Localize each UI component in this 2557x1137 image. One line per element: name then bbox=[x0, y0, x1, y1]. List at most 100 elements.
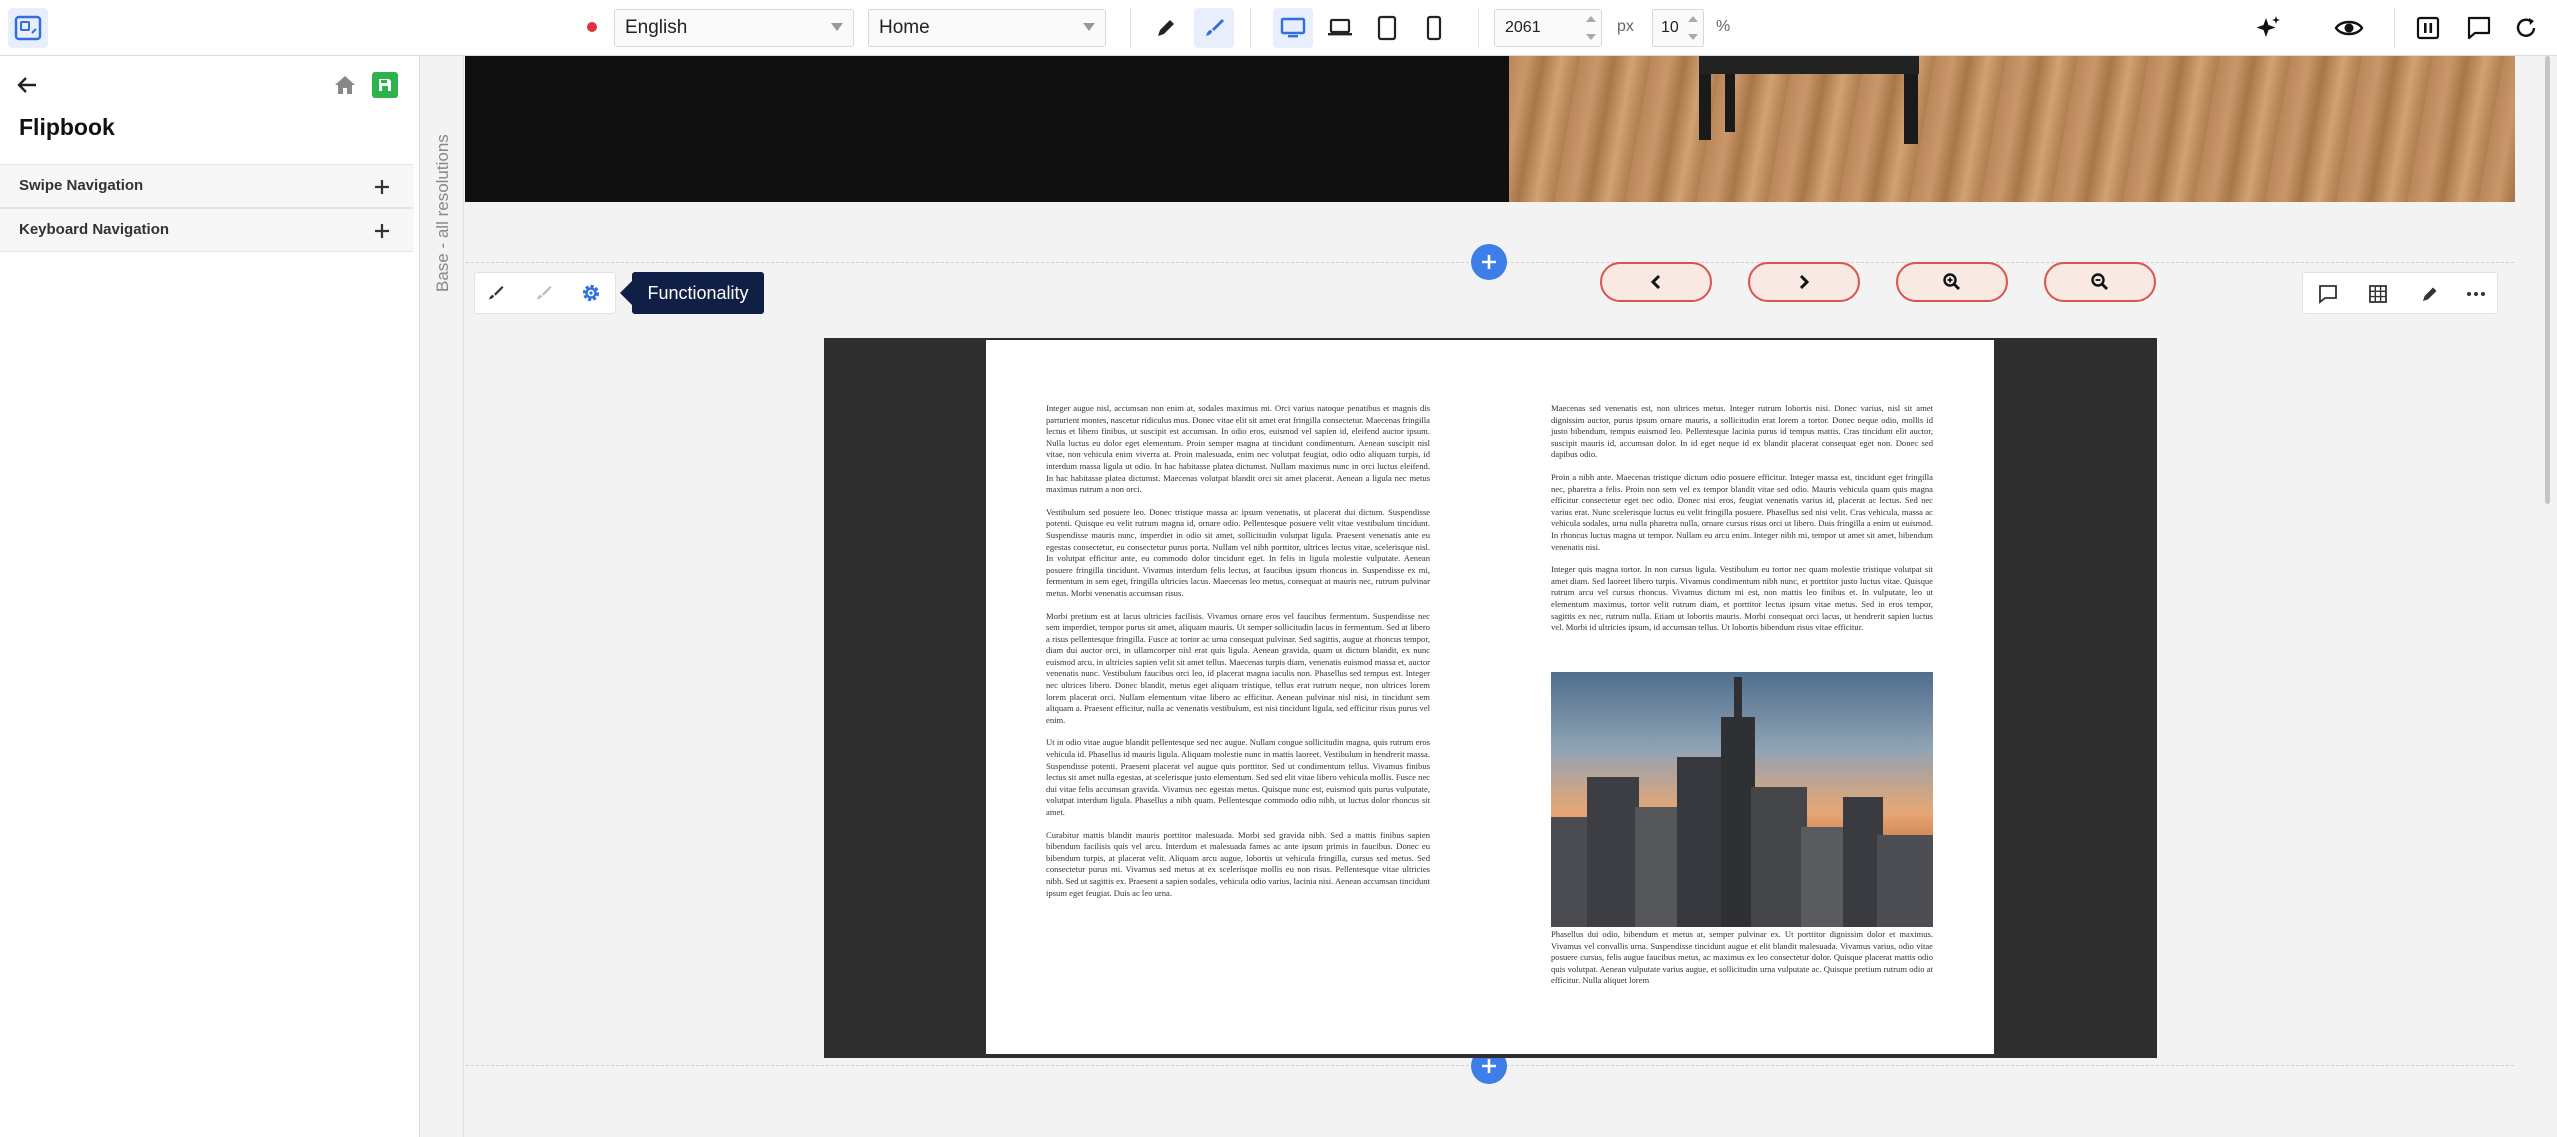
arrow-left-icon bbox=[16, 75, 38, 95]
zoom-out-icon bbox=[2090, 272, 2110, 292]
panel-title: Flipbook bbox=[19, 114, 115, 140]
brush-icon bbox=[534, 284, 552, 302]
plus-icon bbox=[1480, 253, 1498, 271]
top-toolbar: English Home 2061 px 10 % bbox=[0, 0, 2557, 56]
section-grid-button[interactable] bbox=[2363, 279, 2393, 309]
refresh-icon bbox=[2513, 15, 2539, 41]
layout-frame-icon bbox=[13, 13, 43, 43]
preview-button[interactable] bbox=[2329, 8, 2369, 48]
resolution-tab[interactable]: Base - all resolutions bbox=[420, 56, 464, 1137]
save-icon bbox=[377, 77, 393, 93]
resolution-label: Base - all resolutions bbox=[433, 134, 452, 292]
zoom-stepper[interactable] bbox=[1687, 16, 1699, 40]
accordion-label: Keyboard Navigation bbox=[19, 221, 170, 238]
ai-assistant-button[interactable] bbox=[2248, 8, 2288, 48]
mobile-icon bbox=[1425, 15, 1443, 41]
divider bbox=[1130, 8, 1131, 48]
app-logo-button[interactable] bbox=[8, 8, 48, 48]
paragraph: Ut in odio vitae augue blandit pellentes… bbox=[1046, 737, 1430, 817]
layout-toggle-button[interactable] bbox=[2408, 8, 2448, 48]
back-button[interactable] bbox=[12, 70, 42, 100]
pencil-icon bbox=[1154, 16, 1178, 40]
mobile-view-button[interactable] bbox=[1414, 8, 1454, 48]
zoom-unit: % bbox=[1716, 18, 1731, 35]
properties-panel: Flipbook Swipe Navigation Keyboard Navig… bbox=[0, 56, 420, 1137]
paragraph: Maecenas sed venenatis est, non ultrices… bbox=[1551, 403, 1933, 460]
plus-icon bbox=[372, 177, 392, 197]
tablet-view-button[interactable] bbox=[1367, 8, 1407, 48]
image-caption: Phasellus dui odio, bibendum et metus at… bbox=[1551, 929, 1933, 986]
page-select-value: Home bbox=[879, 17, 930, 38]
pause-frame-icon bbox=[2415, 15, 2441, 41]
chevron-left-icon bbox=[1649, 273, 1663, 291]
accordion-keyboard-navigation[interactable]: Keyboard Navigation bbox=[0, 208, 414, 252]
laptop-view-button[interactable] bbox=[1320, 8, 1360, 48]
style-brush-disabled-button[interactable] bbox=[529, 279, 557, 307]
right-page-text: Maecenas sed venenatis est, non ultrices… bbox=[1551, 403, 1933, 645]
add-section-top-button[interactable] bbox=[1471, 244, 1507, 280]
flipbook-zoom-in-button[interactable] bbox=[1896, 262, 2008, 302]
paragraph: Curabitur mattis blandit mauris porttito… bbox=[1046, 829, 1430, 898]
paragraph: Morbi pretium est at lacus ultricies fac… bbox=[1046, 610, 1430, 725]
zoom-input[interactable]: 10 bbox=[1652, 9, 1704, 47]
flipbook-zoom-out-button[interactable] bbox=[2044, 262, 2156, 302]
city-skyline-image bbox=[1551, 672, 1933, 927]
comment-icon bbox=[2318, 284, 2338, 304]
plus-icon bbox=[1480, 1057, 1498, 1075]
functionality-button[interactable] bbox=[577, 279, 605, 307]
home-button[interactable] bbox=[330, 70, 360, 100]
comments-button[interactable] bbox=[2459, 8, 2499, 48]
refresh-button[interactable] bbox=[2506, 8, 2546, 48]
laptop-icon bbox=[1327, 16, 1353, 40]
paragraph: Integer quis magna tortor. In non cursus… bbox=[1551, 564, 1933, 633]
section-comment-button[interactable] bbox=[2313, 279, 2343, 309]
paragraph: Vestibulum sed posuere leo. Donec tristi… bbox=[1046, 506, 1430, 598]
functionality-tooltip: Functionality bbox=[620, 272, 764, 314]
eye-icon bbox=[2334, 16, 2364, 40]
desktop-icon bbox=[1280, 16, 1306, 40]
page-select[interactable]: Home bbox=[868, 9, 1106, 47]
divider bbox=[1478, 8, 1479, 48]
more-icon bbox=[2466, 291, 2486, 297]
element-mini-toolbar bbox=[474, 272, 616, 314]
paragraph: Integer augue nisl, accumsan non enim at… bbox=[1046, 403, 1430, 495]
pencil-mode-button[interactable] bbox=[1146, 8, 1186, 48]
language-select-value: English bbox=[625, 17, 688, 38]
width-input-value: 2061 bbox=[1505, 19, 1541, 36]
chevron-right-icon bbox=[1797, 273, 1811, 291]
brush-mode-button[interactable] bbox=[1194, 8, 1234, 48]
brush-icon bbox=[486, 284, 504, 302]
chevron-down-icon bbox=[831, 23, 843, 31]
home-icon bbox=[333, 74, 357, 96]
grid-icon bbox=[2368, 284, 2388, 304]
flipbook-next-button[interactable] bbox=[1748, 262, 1860, 302]
desktop-view-button[interactable] bbox=[1273, 8, 1313, 48]
divider bbox=[2394, 8, 2395, 48]
flipbook-prev-button[interactable] bbox=[1600, 262, 1712, 302]
width-stepper[interactable] bbox=[1585, 16, 1597, 40]
zoom-in-icon bbox=[1942, 272, 1962, 292]
brush-icon bbox=[1202, 16, 1226, 40]
ai-sparkle-icon bbox=[2254, 14, 2282, 42]
zoom-input-value: 10 bbox=[1661, 19, 1679, 36]
left-page-text: Integer augue nisl, accumsan non enim at… bbox=[1046, 403, 1430, 910]
canvas-scrollbar[interactable] bbox=[2545, 56, 2550, 504]
section-more-button[interactable] bbox=[2461, 279, 2491, 309]
chair-legs bbox=[1699, 56, 1919, 144]
section-toolbar bbox=[2302, 272, 2498, 314]
section-edit-button[interactable] bbox=[2415, 279, 2445, 309]
pencil-icon bbox=[2420, 284, 2440, 304]
language-select[interactable]: English bbox=[614, 9, 854, 47]
save-button[interactable] bbox=[372, 72, 398, 98]
hero-wood-image bbox=[1509, 56, 2515, 202]
hero-dark-block bbox=[465, 56, 1509, 202]
width-unit: px bbox=[1617, 18, 1634, 35]
record-dot bbox=[587, 22, 597, 32]
accordion-label: Swipe Navigation bbox=[19, 177, 144, 194]
width-input[interactable]: 2061 bbox=[1494, 9, 1602, 47]
accordion-swipe-navigation[interactable]: Swipe Navigation bbox=[0, 164, 414, 208]
comment-icon bbox=[2466, 15, 2492, 41]
style-brush-button[interactable] bbox=[481, 279, 509, 307]
paragraph: Proin a nibh ante. Maecenas tristique di… bbox=[1551, 471, 1933, 552]
tablet-icon bbox=[1376, 15, 1398, 41]
